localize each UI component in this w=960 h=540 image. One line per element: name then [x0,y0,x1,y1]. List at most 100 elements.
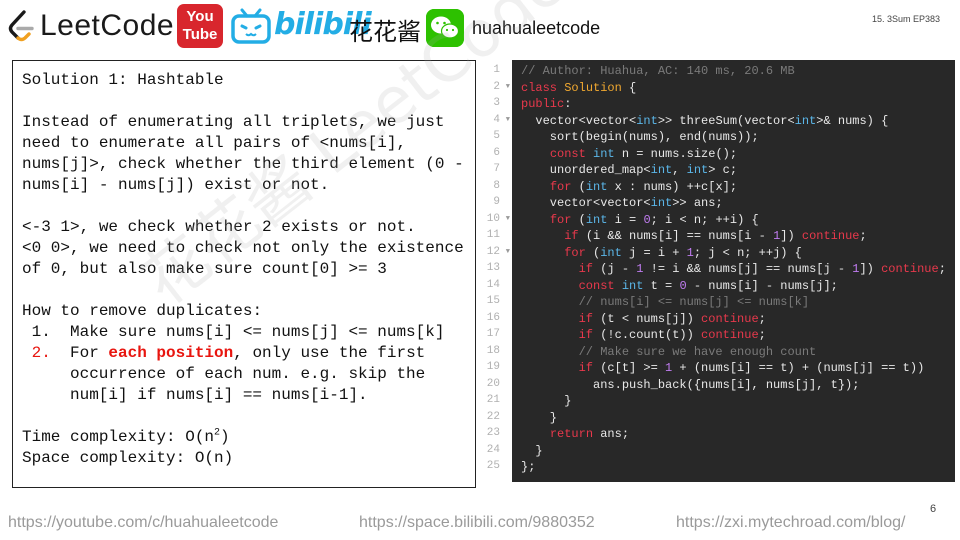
paragraph-line: <0 0>, we need to check not only the exi… [22,239,464,257]
code-line: return ans; [549,427,630,441]
bilibili-tv-icon [231,8,271,44]
paragraph-line: nums[j]>, check whether the third elemen… [22,155,464,173]
list-indent [22,385,70,406]
list-text: num[i] if nums[i] == nums[i-1]. [70,386,368,404]
code-line: } [521,394,572,408]
line-number: 8 [493,179,500,192]
code-line: if (i && nums[i] == nums[i - 1]) continu… [564,229,867,243]
leetcode-logo-text: LeetCode [40,9,175,42]
youtube-logo: You Tube [177,4,223,48]
code-line: for (int x : nums) ++c[x]; [549,179,738,194]
line-number: 16 [486,311,500,324]
code-line: if (t < nums[j]) continue; [578,311,766,326]
list-item: 2. For each position, only use the first [22,343,475,364]
code-line: // nums[i] <= nums[j] <= nums[k] [578,295,810,309]
code-line: if (!c.count(t)) continue; [578,328,766,342]
paragraph-line: nums[i] - nums[j]) exist or not. [22,176,330,194]
paragraph-line: Instead of enumerating all triplets, we … [22,113,445,131]
list-text: occurrence of each num. e.g. skip the [70,365,426,383]
line-number: 25 [486,460,500,472]
list-item: 1. Make sure nums[i] <= nums[j] <= nums[… [22,322,475,343]
paragraph-line: of 0, but also make sure count[0] >= 3 [22,260,387,278]
code-line: } [521,443,543,458]
line-number: 21 [486,394,500,406]
list-number: 1. [22,323,51,341]
line-number: 3 [493,97,500,109]
paragraph-line: <-3 1>, we check whether 2 exists or not… [22,218,416,236]
solution-text-box: Solution 1: Hashtable Instead of enumera… [12,60,476,488]
fold-arrow-icon[interactable]: ▼ [506,211,510,228]
code-line: if (j - 1 != i && nums[j] == nums[j - 1]… [578,262,946,276]
line-number: 9 [493,196,500,208]
list-item-continuation: occurrence of each num. e.g. skip the [22,364,475,385]
time-complexity-suffix: ) [220,428,230,446]
list-number: 2. [22,344,51,362]
line-number: 10 ▼ [480,211,510,228]
line-number: 14 [486,278,500,291]
space-complexity: Space complexity: O(n) [22,449,234,467]
line-number: 11 [486,229,500,241]
code-line: } [521,410,558,425]
header: LeetCode You Tube bilibili 花花酱 huahualee… [0,0,960,56]
line-number: 15 [486,295,500,307]
line-number: 12 ▼ [480,244,510,261]
leetcode-icon [8,10,34,42]
time-complexity: Time complexity: O(n2) [22,427,475,448]
youtube-link[interactable]: https://youtube.com/c/huahualeetcode [8,514,278,532]
fold-arrow-icon[interactable]: ▼ [506,79,510,96]
paragraph-line: need to enumerate all pairs of <nums[i], [22,134,407,152]
line-number: 1 [493,64,500,76]
fold-arrow-icon[interactable]: ▼ [506,244,510,261]
bilibili-link[interactable]: https://space.bilibili.com/9880352 [359,514,595,532]
blog-link[interactable]: https://zxi.mytechroad.com/blog/ [676,514,905,532]
list-text: Make sure nums[i] <= nums[j] <= nums[k] [70,323,445,341]
line-number: 4 ▼ [480,112,510,129]
code-line: unordered_map<int, int> c; [521,163,738,177]
line-number: 23 [486,427,500,439]
code-editor[interactable]: // Author: Huahua, AC: 140 ms, 20.6 MB cl… [512,60,955,482]
list-item-continuation: num[i] if nums[i] == nums[i-1]. [22,385,475,406]
line-number: 19 [486,361,500,373]
line-number: 17 [486,328,500,340]
code-line: vector<vector<int>> ans; [521,196,723,210]
leetcode-logo: LeetCode [6,8,174,44]
episode-label: 15. 3Sum EP383 [872,14,941,24]
channel-chinese-name: 花花酱 [349,18,421,46]
wechat-icon [426,9,464,47]
duplicates-list: 1. Make sure nums[i] <= nums[j] <= nums[… [22,322,475,406]
page-number: 6 [930,503,937,515]
line-number: 22 [486,410,500,423]
list-text-pre: For [70,344,109,362]
fold-arrow-icon[interactable]: ▼ [506,112,510,129]
code-line: const int t = 0 - nums[i] - nums[j]; [578,278,838,293]
list-text-post: , only use the first [233,344,426,362]
code-line: // Author: Huahua, AC: 140 ms, 20.6 MB [521,64,795,78]
time-complexity-prefix: Time complexity: O(n [22,428,215,446]
youtube-logo-tube: Tube [182,26,218,43]
code-line: for (int i = 0; i < n; ++i) { [549,212,759,227]
youtube-logo-you: You [186,8,214,25]
code-line: sort(begin(nums), end(nums)); [521,130,759,144]
line-number-gutter: 1 2 ▼ 3 4 ▼ 5 6 7 8 9 10 ▼ 11 12 ▼ 13 14 15 16 17 18 19 20 21 22 2… [480,62,510,482]
line-number: 20 [486,377,500,390]
highlight-each-position: each position [108,344,234,362]
code-line: ans.push_back({nums[i], nums[j], t}); [521,377,860,392]
code-line: }; [521,460,536,474]
line-number: 24 [486,443,500,456]
channel-name: huahualeetcode [472,18,601,38]
code-line: public: [521,97,572,111]
code-line: if (c[t] >= 1 + (nums[i] == t) + (nums[j… [578,361,925,375]
duplicates-title: How to remove duplicates: [22,302,263,320]
line-number: 18 [486,344,500,357]
code-line: // Make sure we have enough count [578,344,817,359]
line-number: 2 ▼ [480,79,510,96]
code-line: const int n = nums.size(); [549,146,738,161]
line-number: 7 [493,163,500,175]
list-text: For each position, only use the first [70,343,425,364]
line-number: 6 [493,146,500,159]
solution-title: Solution 1: Hashtable [22,71,224,89]
line-number: 5 [493,130,500,142]
